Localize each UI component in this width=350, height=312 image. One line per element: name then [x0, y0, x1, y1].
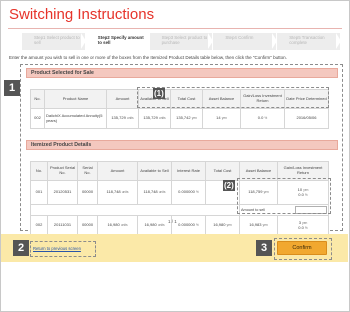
- cell-interest: 0.000000 %: [171, 180, 206, 205]
- confirm-button[interactable]: Confirm: [277, 241, 327, 255]
- cell-product-serial: 20120531: [47, 180, 78, 205]
- cell-gain-loss: 0.0 %: [240, 108, 285, 129]
- cell-available: 16,980 units: [137, 215, 172, 236]
- col-available: Available to Sell: [137, 161, 172, 181]
- return-to-previous-link[interactable]: Return to previous screen: [33, 246, 81, 251]
- cell-product-serial: 20111031: [47, 215, 78, 236]
- cell-amount: 135,729 units: [106, 108, 139, 129]
- table-row: 002 DaiichiX Accumulated Annuity(5 years…: [30, 108, 329, 129]
- table-row: 002 20111031 00000 16,980 units 16,980 u…: [30, 215, 329, 236]
- title-divider: [8, 28, 342, 29]
- col-amount: Amount: [106, 89, 139, 109]
- cell-total-cost: 135,742 yen: [170, 108, 203, 129]
- col-serial: Serial No.: [77, 161, 98, 181]
- cell-product-name: DaiichiX Accumulated Annuity(5 years): [44, 108, 107, 129]
- page-title: Switching Instructions: [9, 6, 155, 23]
- cell-serial: 00000: [77, 180, 98, 205]
- col-amount: Amount: [97, 161, 138, 181]
- step-5: Step5 Transaction complete: [277, 33, 340, 50]
- marker-3: 3: [256, 240, 272, 256]
- callout-2-outline: [237, 178, 331, 214]
- instructions-text: Enter the amount you wish to sell in one…: [9, 55, 287, 60]
- itemized-header: Itemized Product Details: [26, 140, 338, 150]
- cell-no: 001: [30, 180, 48, 205]
- callout-1-outline: [137, 87, 329, 108]
- pagination[interactable]: 1 / 1: [168, 219, 177, 224]
- cell-date: 2016/05/06: [284, 108, 329, 129]
- cell-gain-loss: 3 yen 0.0 %: [277, 215, 329, 236]
- callout-1-tag: (1): [153, 88, 165, 99]
- cell-no: 002: [30, 215, 48, 236]
- cell-amount: 16,980 units: [97, 215, 138, 236]
- callout-2-tag: (2): [223, 180, 235, 191]
- col-product-serial: Product Serial No.: [47, 161, 78, 181]
- cell-asset-balance: 14 yen: [202, 108, 241, 129]
- cell-asset-balance: 16,983 yen: [239, 215, 278, 236]
- cell-serial: 00000: [77, 215, 98, 236]
- step-1: Step1 Select product to sell: [22, 33, 85, 50]
- cell-total-cost: 16,980 yen: [205, 215, 240, 236]
- progress-steps: Step1 Select product to sell Step2 Speci…: [22, 33, 340, 50]
- col-no: No.: [30, 161, 48, 181]
- cell-available: 135,729 units: [138, 108, 171, 129]
- step-4: Step4 Confirm: [213, 33, 277, 50]
- step-2-current: Step2 Specify amount to sell: [85, 33, 149, 50]
- col-no: No.: [30, 89, 45, 109]
- cell-available: 118,748 units: [137, 180, 172, 205]
- product-selected-header: Product Selected for Sale: [26, 68, 338, 78]
- col-interest: Interest Rate: [171, 161, 206, 181]
- marker-1: 1: [4, 80, 20, 96]
- cell-amount: 118,748 units: [97, 180, 138, 205]
- step-3: Step3 Select product to purchase: [149, 33, 213, 50]
- cell-no: 002: [30, 108, 45, 129]
- col-product-name: Product Name: [44, 89, 107, 109]
- col-total-cost: Total Cost: [205, 161, 240, 181]
- marker-2: 2: [13, 240, 29, 256]
